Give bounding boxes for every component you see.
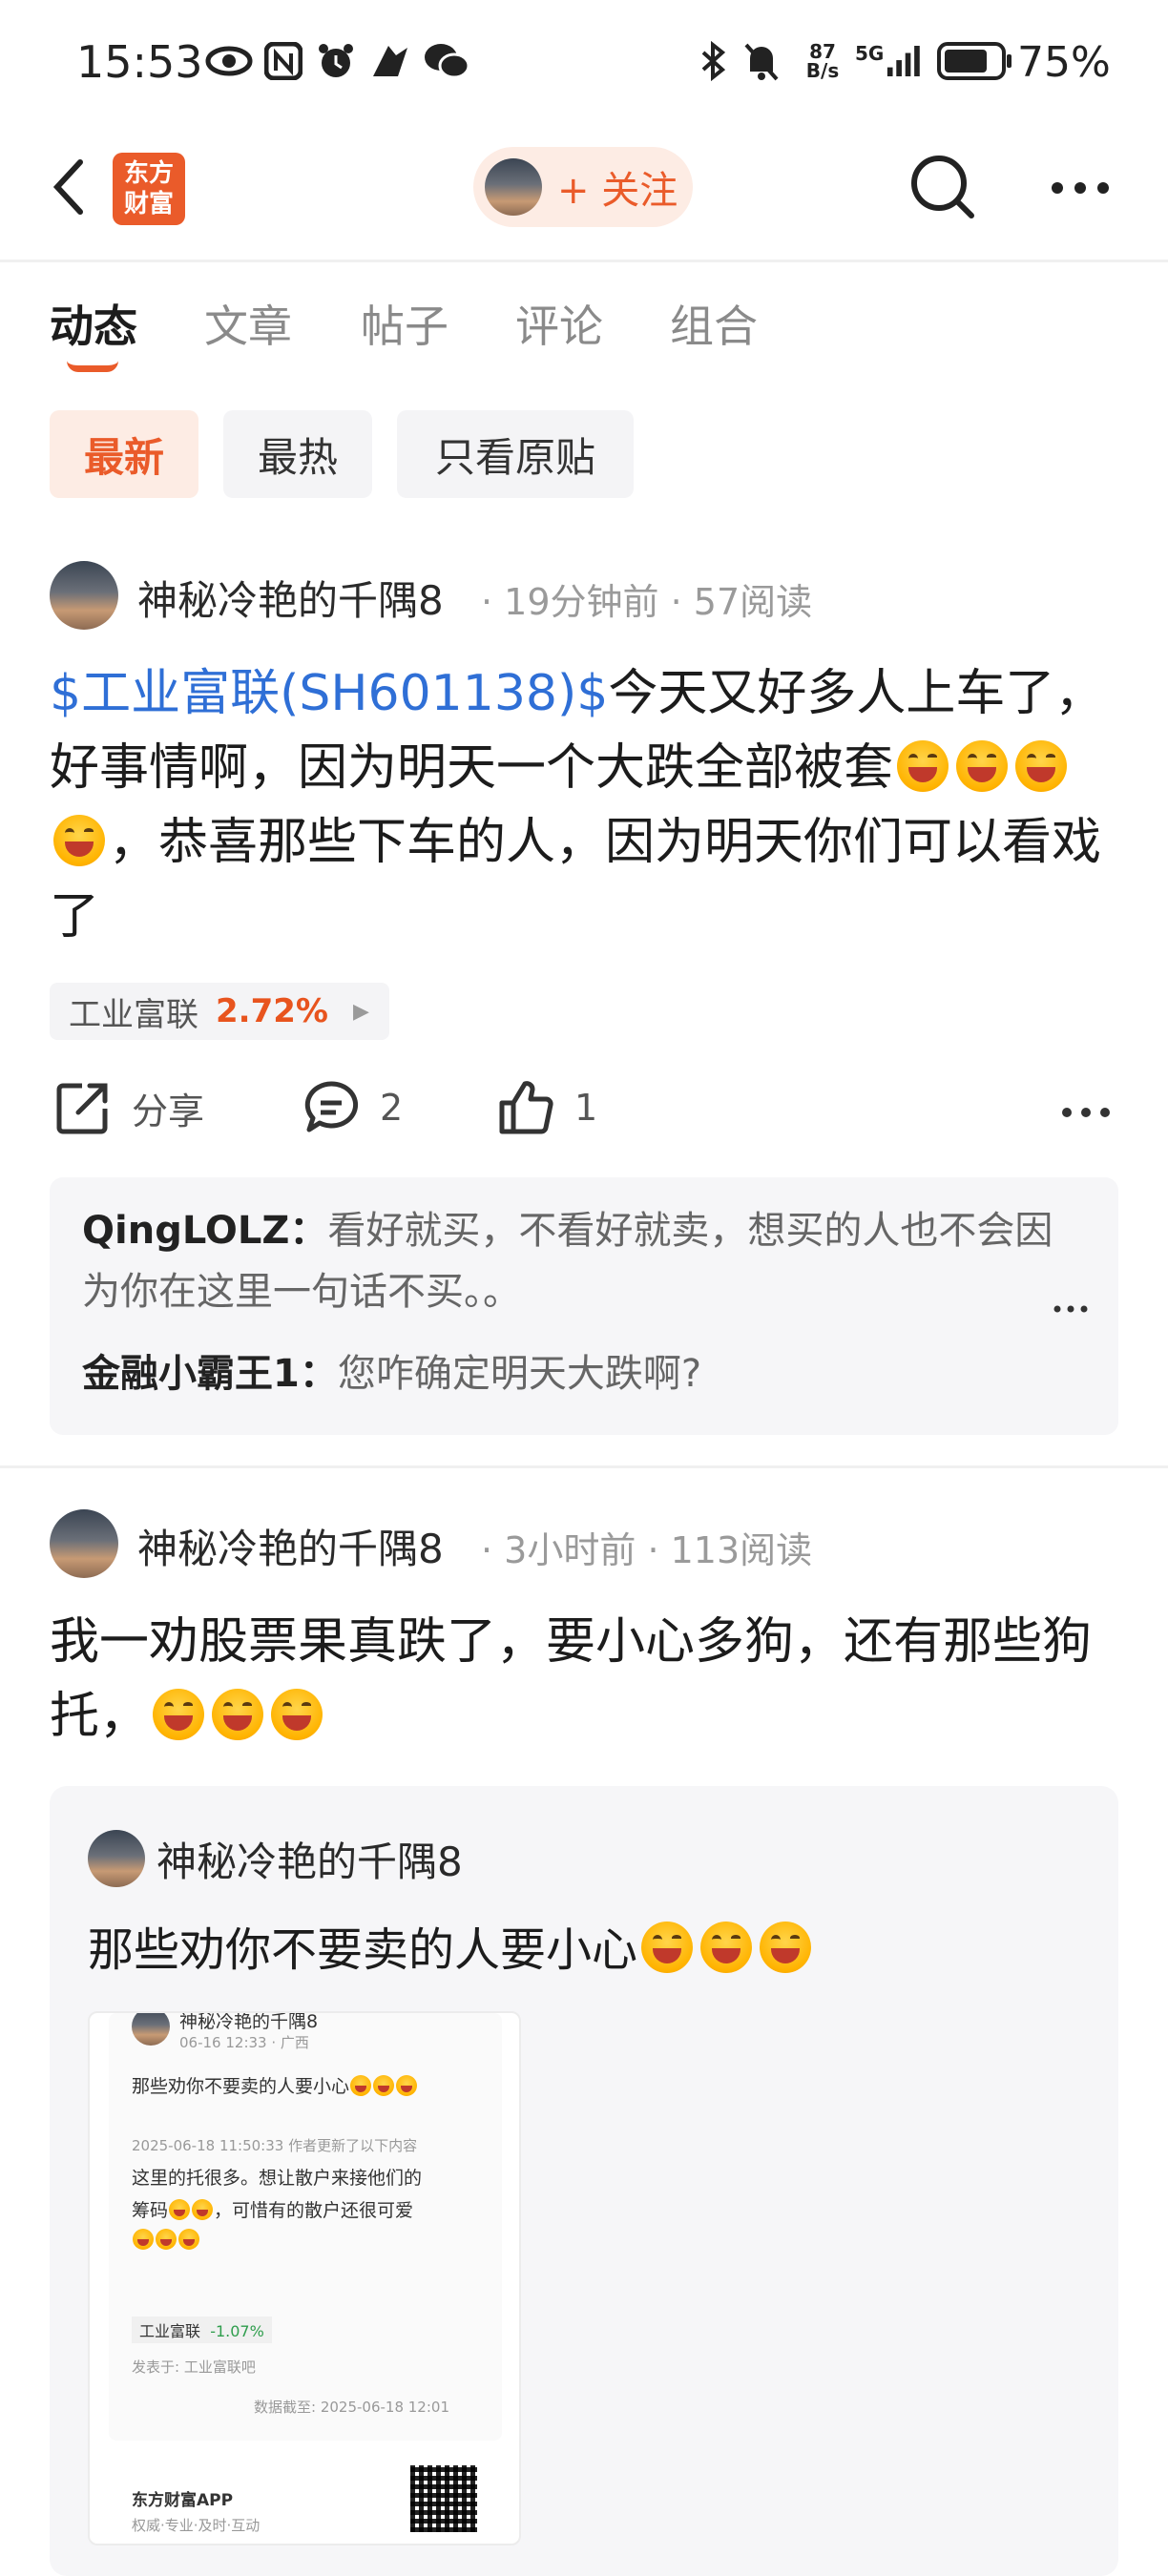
image-stock-tag: 工业富联 -1.07% xyxy=(132,2316,272,2343)
comment-preview[interactable]: QingLOLZ：看好就买，不看好就卖，想买的人也不会因为你在这里一句话不买。。… xyxy=(50,1177,1118,1435)
stock-link[interactable]: $工业富联(SH601138)$ xyxy=(50,665,608,722)
filter-hot[interactable]: 最热 xyxy=(223,410,372,498)
nfc-icon xyxy=(263,42,303,80)
battery-icon xyxy=(937,42,1013,80)
divider xyxy=(0,1465,1168,1468)
image-line1: 那些劝你不要卖的人要小心 xyxy=(132,2072,418,2098)
laugh-emoji-icon xyxy=(1015,740,1068,792)
tab-portfolios[interactable]: 组合 xyxy=(670,292,758,355)
laugh-emoji-icon xyxy=(760,1922,812,1973)
laugh-emoji-icon xyxy=(153,1689,205,1740)
image-posted-in: 发表于: 工业富联吧 xyxy=(132,2358,256,2376)
post-author[interactable]: 神秘冷艳的千隅8 xyxy=(137,1517,444,1575)
attached-image[interactable]: 神秘冷艳的千隅8 06-16 12:33 · 广西 那些劝你不要卖的人要小心 2… xyxy=(88,2011,521,2545)
post-body[interactable]: 我一劝股票果真跌了，要小心多狗，还有那些狗托， xyxy=(50,1605,1118,1754)
image-emojis xyxy=(132,2229,200,2251)
app-notification-icon xyxy=(368,42,412,80)
net-speed: 87 B/s xyxy=(805,40,840,82)
comment-item[interactable]: 金融小霸王1：您咋确定明天大跌啊? xyxy=(82,1343,1055,1404)
status-bar: 15:53 87 B/s 5G 75% xyxy=(0,0,1168,134)
more-icon[interactable] xyxy=(1050,174,1111,202)
signal-icon: 5G xyxy=(855,42,922,80)
laugh-emoji-icon xyxy=(956,740,1009,792)
image-app-slogan: 权威·专业·及时·互动 xyxy=(132,2517,261,2534)
laugh-emoji-icon xyxy=(641,1922,694,1973)
stock-change: 2.72% xyxy=(216,992,328,1030)
image-data-cutoff: 数据截至: 2025-06-18 12:01 xyxy=(254,2399,449,2416)
image-author: 神秘冷艳的千隅8 xyxy=(179,2011,319,2032)
tab-comments[interactable]: 评论 xyxy=(515,292,603,355)
post-author[interactable]: 神秘冷艳的千隅8 xyxy=(137,569,444,627)
tab-articles[interactable]: 文章 xyxy=(204,292,292,355)
divider xyxy=(0,260,1168,262)
post-body[interactable]: $工业富联(SH601138)$今天又好多人上车了，好事情啊，因为明天一个大跌全… xyxy=(50,656,1118,954)
filter-original-only[interactable]: 只看原贴 xyxy=(397,410,634,498)
share-button[interactable]: 分享 xyxy=(53,1078,204,1137)
laugh-emoji-icon xyxy=(212,1689,264,1740)
stock-tag[interactable]: 工业富联 2.72% ▶ xyxy=(50,983,389,1040)
alarm-icon xyxy=(315,42,357,80)
image-line3: 筹码 ，可惜有的散户还很可爱 xyxy=(132,2199,414,2221)
image-card: 神秘冷艳的千隅8 06-16 12:33 · 广西 那些劝你不要卖的人要小心 2… xyxy=(109,2013,502,2441)
quoted-author[interactable]: 神秘冷艳的千隅8 xyxy=(156,1830,463,1888)
avatar[interactable] xyxy=(50,561,118,630)
eye-icon xyxy=(204,42,254,80)
laugh-emoji-icon xyxy=(700,1922,753,1973)
image-date: 06-16 12:33 · 广西 xyxy=(179,2034,309,2051)
post-meta: · 19分钟前 · 57阅读 xyxy=(481,581,813,623)
back-icon[interactable] xyxy=(50,156,88,218)
qr-code xyxy=(410,2465,477,2532)
share-icon xyxy=(56,1083,108,1134)
more-icon[interactable] xyxy=(1061,1103,1111,1122)
comment-button[interactable]: 2 xyxy=(302,1078,403,1137)
caret-right-icon: ▶ xyxy=(352,999,369,1024)
image-update-note: 2025-06-18 11:50:33 作者更新了以下内容 xyxy=(132,2137,418,2154)
avatar xyxy=(132,2013,170,2046)
post-meta: · 3小时前 · 113阅读 xyxy=(481,1529,813,1571)
laugh-emoji-icon xyxy=(271,1689,323,1740)
comment-icon xyxy=(304,1081,359,1132)
search-icon[interactable] xyxy=(908,153,977,221)
filter-latest[interactable]: 最新 xyxy=(50,410,198,498)
image-line2: 这里的托很多。想让散户来接他们的 xyxy=(132,2168,423,2189)
more-icon[interactable] xyxy=(1053,1301,1088,1315)
mute-bell-icon xyxy=(740,42,782,81)
tab-active-indicator xyxy=(67,361,118,372)
avatar[interactable] xyxy=(50,1509,118,1578)
avatar xyxy=(485,158,542,216)
tab-dynamics[interactable]: 动态 xyxy=(50,292,137,355)
laugh-emoji-icon xyxy=(53,815,105,866)
image-app-name: 东方财富APP xyxy=(132,2491,234,2510)
tab-posts[interactable]: 帖子 xyxy=(361,292,448,355)
comment-item[interactable]: QingLOLZ：看好就买，不看好就卖，想买的人也不会因为你在这里一句话不买。。 xyxy=(82,1200,1055,1322)
battery-percent: 75% xyxy=(1017,38,1111,87)
laugh-emoji-icon xyxy=(897,740,949,792)
like-button[interactable]: 1 xyxy=(496,1078,597,1137)
quoted-text: 那些劝你不要卖的人要小心 xyxy=(88,1912,815,1979)
eastmoney-logo: 东方 财富 xyxy=(113,153,185,225)
status-time: 15:53 xyxy=(76,36,203,88)
follow-button[interactable]: + 关注 xyxy=(473,147,693,227)
bluetooth-icon xyxy=(697,41,731,81)
top-nav: 东方 财富 + 关注 xyxy=(0,143,1168,260)
thumbs-up-icon xyxy=(499,1081,553,1134)
avatar xyxy=(88,1830,145,1887)
wechat-icon xyxy=(422,42,471,80)
follow-label: + 关注 xyxy=(557,169,678,213)
